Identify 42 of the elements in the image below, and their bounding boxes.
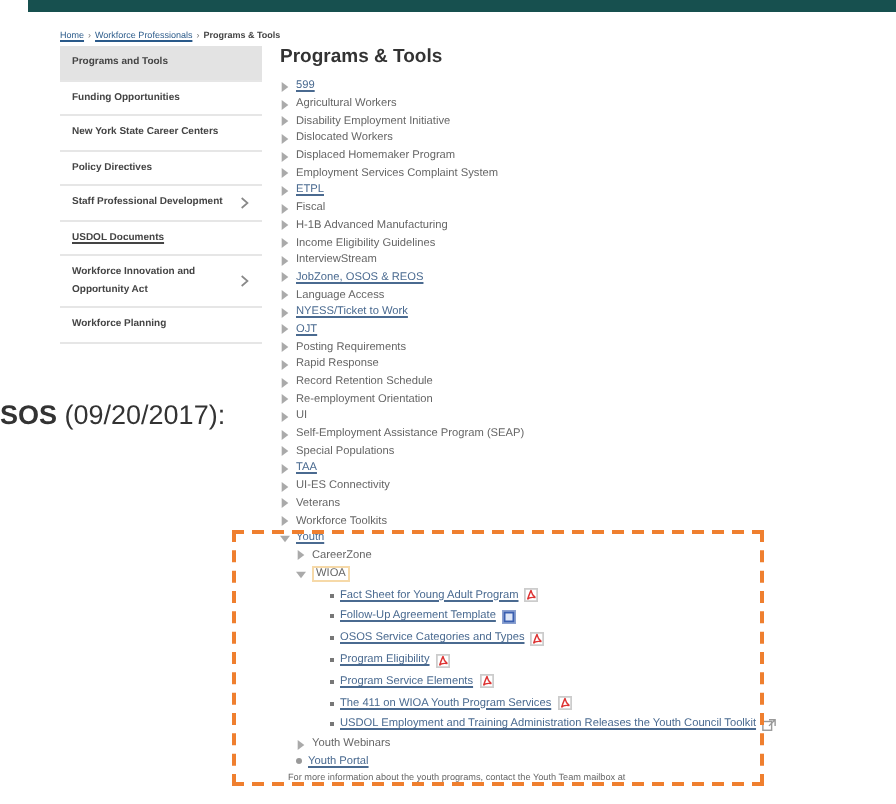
collapsed-triangle-icon[interactable] (280, 238, 290, 249)
collapsed-triangle-icon[interactable] (280, 446, 290, 457)
external-link-icon (762, 717, 777, 732)
collapsed-triangle-icon[interactable] (280, 324, 290, 335)
chevron-icon (240, 274, 250, 288)
collapsed-triangle-icon[interactable] (280, 290, 290, 301)
collapsed-triangle-icon[interactable] (280, 203, 290, 214)
chevron-icon (240, 195, 250, 210)
collapsed-triangle-icon[interactable] (280, 463, 290, 474)
pdf-icon (435, 653, 450, 668)
page-title: Programs & Tools (280, 46, 445, 72)
collapsed-triangle-icon[interactable] (280, 272, 290, 283)
collapsed-triangle-icon[interactable] (280, 81, 290, 92)
collapsed-triangle-icon[interactable] (280, 151, 290, 162)
expanded-triangle-icon[interactable] (296, 569, 306, 580)
collapsed-triangle-icon[interactable] (280, 411, 290, 422)
pdf-icon (530, 631, 545, 646)
bullet-icon (296, 758, 302, 765)
collapsed-triangle-icon[interactable] (280, 481, 290, 492)
collapsed-triangle-icon[interactable] (280, 377, 290, 388)
collapsed-triangle-icon[interactable] (280, 185, 290, 196)
collapsed-triangle-icon[interactable] (280, 429, 290, 440)
collapsed-triangle-icon[interactable] (296, 550, 306, 561)
expanded-triangle-icon[interactable] (280, 533, 290, 544)
collapsed-triangle-icon[interactable] (280, 307, 290, 318)
document-icon (501, 609, 516, 624)
collapsed-triangle-icon[interactable] (296, 739, 306, 750)
collapsed-triangle-icon[interactable] (280, 498, 290, 509)
collapsed-triangle-icon[interactable] (280, 255, 290, 266)
pdf-icon (479, 674, 494, 689)
pdf-icon (524, 588, 539, 603)
slide-heading: SOS (09/20/2017): (0, 400, 226, 430)
collapsed-triangle-icon[interactable] (280, 116, 290, 127)
collapsed-triangle-icon[interactable] (280, 394, 290, 405)
collapsed-triangle-icon[interactable] (280, 168, 290, 179)
collapsed-triangle-icon[interactable] (280, 342, 290, 353)
collapsed-triangle-icon[interactable] (280, 133, 290, 144)
collapsed-triangle-icon[interactable] (280, 99, 290, 110)
collapsed-triangle-icon[interactable] (280, 359, 290, 370)
collapsed-triangle-icon[interactable] (280, 220, 290, 231)
collapsed-triangle-icon[interactable] (280, 516, 290, 527)
pdf-icon (557, 696, 572, 711)
